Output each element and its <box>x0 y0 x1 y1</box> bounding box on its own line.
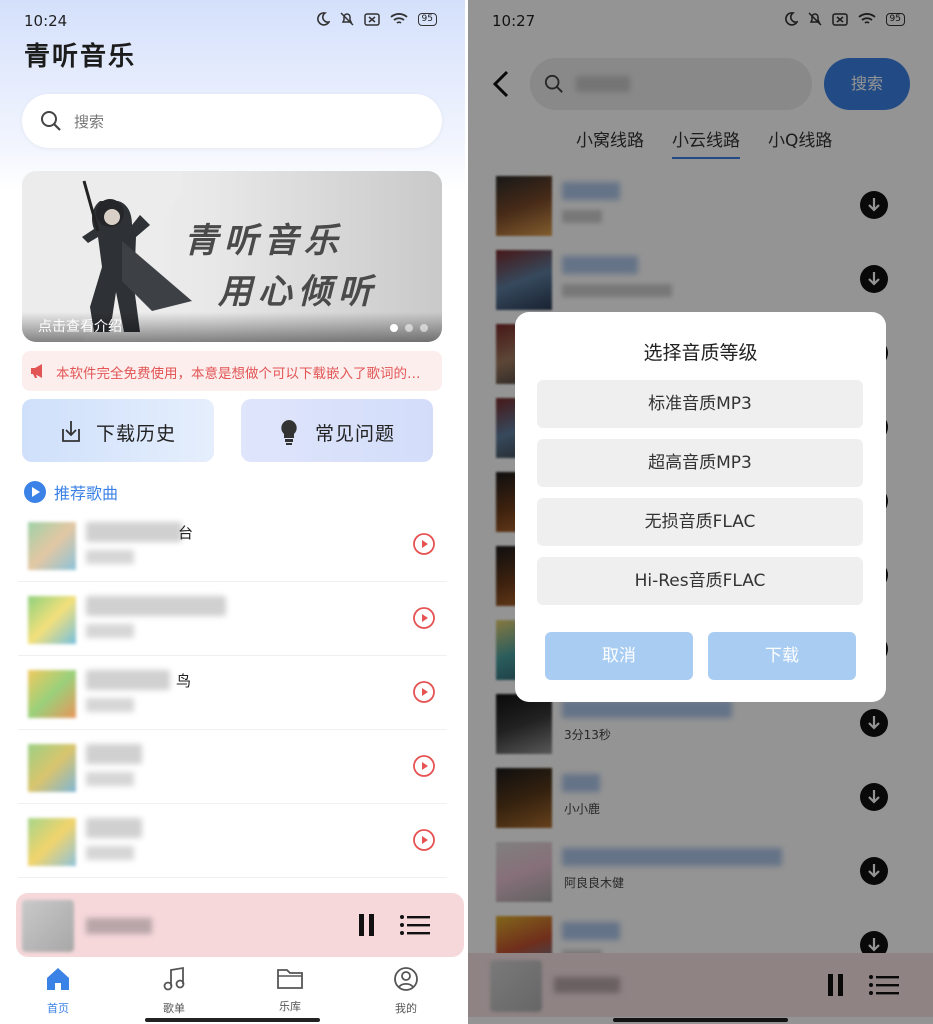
song-title-char: 台 <box>178 524 194 542</box>
song-cover <box>28 670 76 718</box>
music-note-icon <box>163 966 185 991</box>
quality-option-2[interactable]: 无损音质FLAC <box>537 498 863 546</box>
nav-library[interactable]: 乐库 <box>250 966 330 1014</box>
lightbulb-icon <box>281 420 297 445</box>
bell-off-icon <box>340 12 354 26</box>
notice-text: 本软件完全免费使用，本意是想做个可以下载嵌入了歌词的音乐软件 <box>56 366 428 382</box>
status-time: 10:24 <box>24 12 68 30</box>
nav-profile[interactable]: 我的 <box>366 966 446 1016</box>
quality-option-3[interactable]: Hi-Res音质FLAC <box>537 557 863 605</box>
recommend-title: 推荐歌曲 <box>54 484 119 503</box>
download-history-label: 下载历史 <box>96 423 177 445</box>
song-row[interactable] <box>18 730 447 804</box>
song-list: 台 鸟 <box>0 508 465 878</box>
download-history-button[interactable]: 下载历史 <box>22 399 214 462</box>
quality-dialog: 选择音质等级 标准音质MP3 超高音质MP3 无损音质FLAC Hi-Res音质… <box>515 312 886 702</box>
dialog-title: 选择音质等级 <box>643 342 758 364</box>
carousel-dot[interactable] <box>405 324 413 332</box>
home-screen: 10:24 95 青听音乐 搜索 青听音乐 用心倾听 点击查看介绍 本软件完全免… <box>0 0 465 1024</box>
wifi-icon <box>389 12 408 24</box>
cancel-button[interactable]: 取消 <box>545 632 693 680</box>
user-icon <box>394 967 418 991</box>
song-cover <box>28 596 76 644</box>
now-playing-title <box>86 918 152 934</box>
download-button[interactable]: 下载 <box>708 632 856 680</box>
faq-button[interactable]: 常见问题 <box>241 399 433 462</box>
mini-player[interactable] <box>16 893 464 957</box>
play-icon[interactable] <box>413 755 435 777</box>
search-results-screen: 10:27 95 搜索 小窝线路 小云线路 小Q线路 3分13秒 小小鹿 阿良良… <box>468 0 933 1024</box>
battery-icon: 95 <box>417 12 437 26</box>
banner-caption: 点击查看介绍 <box>38 319 122 335</box>
moon-icon <box>316 12 330 26</box>
carousel-dots[interactable] <box>390 324 428 332</box>
status-bar: 10:24 95 <box>0 0 465 40</box>
playlist-icon[interactable] <box>400 915 430 935</box>
pause-icon[interactable] <box>359 914 374 936</box>
home-indicator <box>145 1018 320 1022</box>
bottom-nav: 首页 歌单 乐库 我的 <box>0 960 465 1024</box>
sim-off-icon <box>363 12 380 26</box>
home-icon <box>47 968 69 990</box>
play-icon[interactable] <box>413 681 435 703</box>
song-cover <box>28 522 76 570</box>
carousel-dot[interactable] <box>390 324 398 332</box>
banner-line2: 用心倾听 <box>218 272 378 312</box>
faq-label: 常见问题 <box>315 423 396 445</box>
megaphone-icon <box>31 364 42 378</box>
nav-home-label: 首页 <box>47 1002 69 1015</box>
song-cover <box>28 744 76 792</box>
download-icon <box>62 421 80 442</box>
song-row[interactable]: 鸟 <box>18 656 447 730</box>
nav-playlist-label: 歌单 <box>163 1002 185 1015</box>
song-row[interactable]: 台 <box>18 508 447 582</box>
nav-home[interactable]: 首页 <box>18 966 98 1016</box>
recommend-header: 推荐歌曲 <box>24 480 118 504</box>
song-row[interactable] <box>18 804 447 878</box>
play-icon[interactable] <box>413 607 435 629</box>
search-bar[interactable]: 搜索 <box>22 94 442 148</box>
nav-profile-label: 我的 <box>395 1002 417 1015</box>
now-playing-cover <box>22 900 74 952</box>
play-icon[interactable] <box>413 533 435 555</box>
search-placeholder: 搜索 <box>74 113 105 131</box>
play-circle-icon <box>24 481 46 503</box>
notice-bar[interactable]: 本软件完全免费使用，本意是想做个可以下载嵌入了歌词的音乐软件 <box>22 351 442 391</box>
folder-icon <box>277 969 303 989</box>
song-row[interactable] <box>18 582 447 656</box>
page-title: 青听音乐 <box>24 42 137 72</box>
nav-playlist[interactable]: 歌单 <box>134 966 214 1016</box>
carousel-dot[interactable] <box>420 324 428 332</box>
song-title-char: 鸟 <box>176 672 192 690</box>
song-cover <box>28 818 76 866</box>
banner-line1: 青听音乐 <box>184 221 344 261</box>
nav-library-label: 乐库 <box>279 1000 301 1013</box>
quality-option-0[interactable]: 标准音质MP3 <box>537 380 863 428</box>
banner[interactable]: 青听音乐 用心倾听 点击查看介绍 <box>22 171 442 342</box>
search-icon <box>41 111 61 131</box>
play-icon[interactable] <box>413 829 435 851</box>
quality-option-1[interactable]: 超高音质MP3 <box>537 439 863 487</box>
